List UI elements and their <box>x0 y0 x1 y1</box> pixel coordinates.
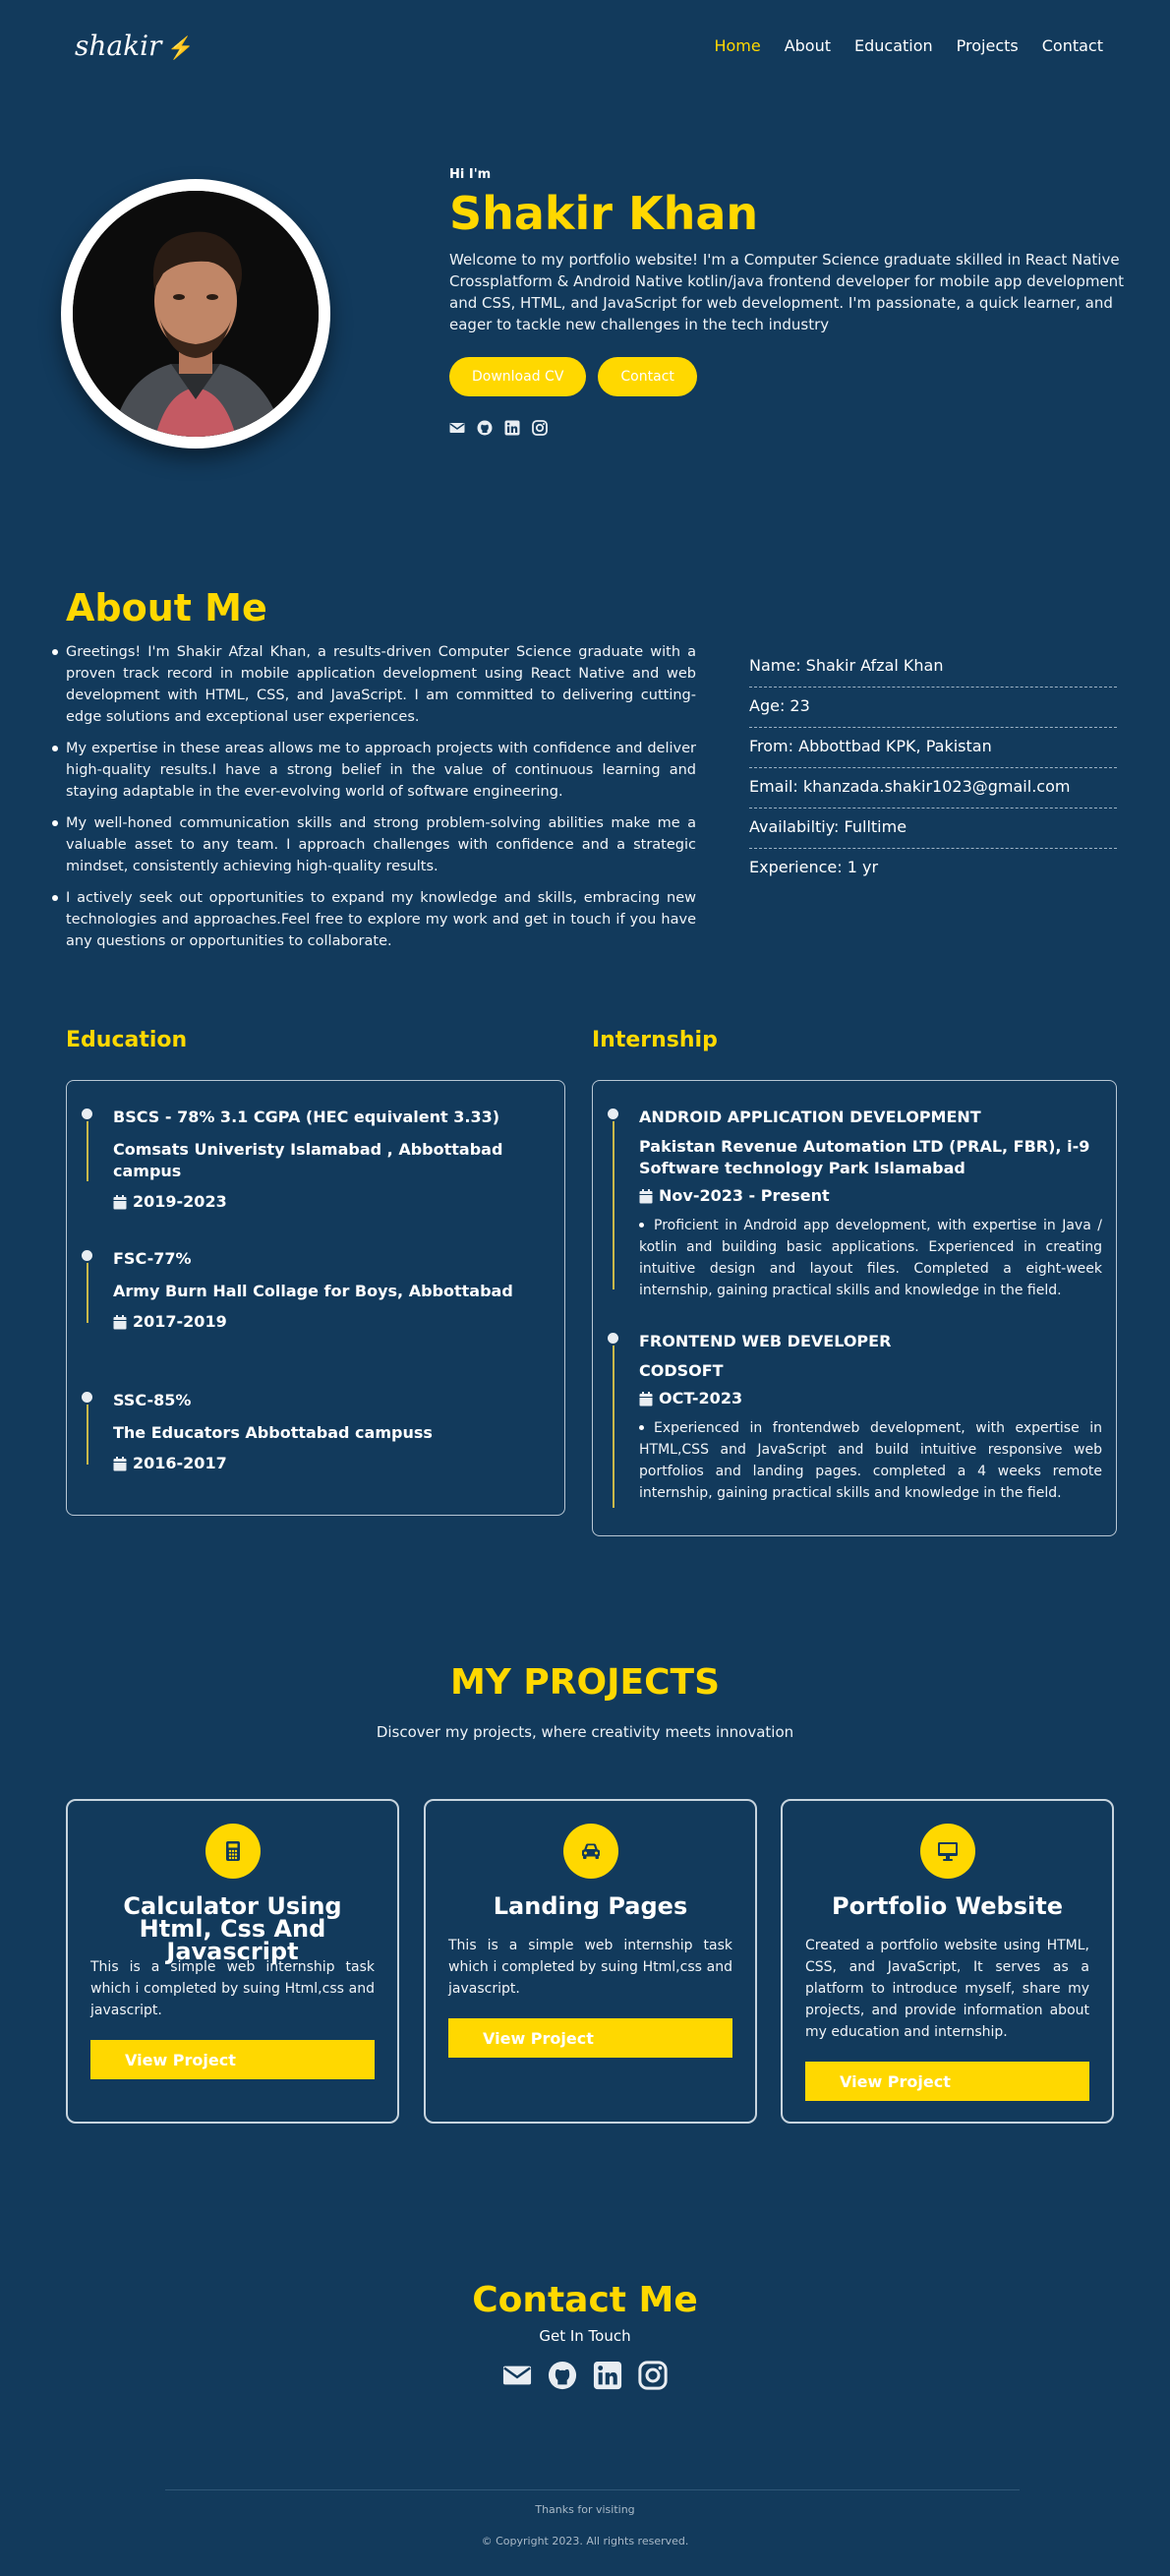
download-cv-button[interactable]: Download CV <box>449 357 587 397</box>
bolt-icon: ⚡ <box>167 36 195 61</box>
info-availability: Availabiltiy: Fulltime <box>749 809 1117 849</box>
education-degree: SSC-85% <box>113 1391 192 1409</box>
internship-description: Experienced in frontendweb development, … <box>639 1420 1102 1501</box>
hero-name: Shakir Khan <box>449 187 759 240</box>
hero-description: Welcome to my portfolio website! I'm a C… <box>449 251 1125 334</box>
internship-period: OCT-2023 <box>659 1389 743 1408</box>
calendar-icon <box>639 1188 653 1203</box>
education-card: BSCS - 78% 3.1 CGPA (HEC equivalent 3.33… <box>66 1080 565 1516</box>
view-project-button[interactable]: View Project <box>448 2018 732 2058</box>
about-paragraph: My well-honed communication skills and s… <box>52 812 696 877</box>
footer-thanks: Thanks for visiting <box>535 2503 635 2516</box>
about-paragraph: My expertise in these areas allows me to… <box>52 738 696 803</box>
envelope-icon[interactable] <box>449 420 465 440</box>
linkedin-icon[interactable] <box>504 420 520 440</box>
project-title: Landing Pages <box>493 1892 688 1920</box>
instagram-icon[interactable] <box>532 420 548 440</box>
hero-greeting: Hi I'm <box>449 167 492 182</box>
contact-title: Contact Me <box>472 2280 698 2320</box>
footer-divider <box>165 2489 1020 2490</box>
calendar-icon <box>113 1456 127 1470</box>
education-school: Army Burn Hall Collage for Boys, Abbotta… <box>113 1282 513 1300</box>
contact-social-links <box>0 2361 1170 2394</box>
project-description: Created a portfolio website using HTML, … <box>805 1938 1089 2040</box>
education-degree: FSC-77% <box>113 1249 192 1268</box>
nav-item-home[interactable]: Home <box>714 36 760 55</box>
education-years: 2019-2023 <box>133 1192 227 1211</box>
envelope-icon[interactable] <box>502 2361 532 2394</box>
projects-subtitle: Discover my projects, where creativity m… <box>376 1723 794 1741</box>
education-school: The Educators Abbottabad campuss <box>113 1423 433 1442</box>
internship-title: Internship <box>592 1028 718 1052</box>
internship-company: Pakistan Revenue Automation LTD (PRAL, F… <box>639 1137 1090 1177</box>
personal-info: Name: Shakir Afzal Khan Age: 23 From: Ab… <box>749 647 1117 889</box>
project-description: This is a simple web internship task whi… <box>90 1959 375 2018</box>
desktop-icon <box>919 1824 975 1879</box>
education-years: 2016-2017 <box>133 1454 227 1472</box>
education-title: Education <box>66 1028 188 1052</box>
profile-photo <box>73 191 319 437</box>
calendar-icon <box>639 1391 653 1406</box>
logo[interactable]: shakir ⚡ <box>75 30 195 62</box>
timeline-line <box>87 1256 88 1323</box>
timeline-dot <box>606 1331 620 1346</box>
contact-subtitle: Get In Touch <box>539 2327 631 2345</box>
internship-role: FRONTEND WEB DEVELOPER <box>639 1332 892 1350</box>
internship-company: CODSOFT <box>639 1361 724 1380</box>
nav-item-education[interactable]: Education <box>854 36 933 55</box>
calendar-icon <box>113 1194 127 1209</box>
hero-intro: Hi I'm Shakir Khan Welcome to my portfol… <box>449 167 1128 440</box>
info-from: From: Abbottbad KPK, Pakistan <box>749 728 1117 768</box>
internship-card: ANDROID APPLICATION DEVELOPMENT Pakistan… <box>592 1080 1117 1536</box>
instagram-icon[interactable] <box>638 2361 668 2394</box>
internship-period: Nov-2023 - Present <box>659 1186 830 1205</box>
education-degree: BSCS - 78% 3.1 CGPA (HEC equivalent 3.33… <box>113 1108 500 1126</box>
project-card: Portfolio Website Created a portfolio we… <box>781 1799 1114 2124</box>
timeline-line <box>87 1114 88 1181</box>
about-title: About Me <box>66 586 267 629</box>
education-years: 2017-2019 <box>133 1312 227 1331</box>
view-project-button[interactable]: View Project <box>805 2062 1089 2101</box>
github-icon[interactable] <box>548 2361 577 2394</box>
info-name: Name: Shakir Afzal Khan <box>749 647 1117 688</box>
info-email: Email: khanzada.shakir1023@gmail.com <box>749 768 1117 809</box>
info-age: Age: 23 <box>749 688 1117 728</box>
about-paragraph: I actively seek out opportunities to exp… <box>52 887 696 952</box>
project-title: Calculator Using Html, Css And Javascrip… <box>123 1892 342 1965</box>
info-experience: Experience: 1 yr <box>749 858 879 876</box>
nav-item-projects[interactable]: Projects <box>957 36 1019 55</box>
github-icon[interactable] <box>477 420 493 440</box>
internship-description: Proficient in Android app development, w… <box>639 1218 1102 1298</box>
profile-photo-frame <box>61 179 330 449</box>
about-paragraph: Greetings! I'm Shakir Afzal Khan, a resu… <box>52 641 696 728</box>
top-nav: shakir ⚡ Home About Education Projects Co… <box>0 0 1170 94</box>
project-title: Portfolio Website <box>832 1892 1063 1920</box>
projects-title: MY PROJECTS <box>449 1662 721 1703</box>
hero-social-links <box>449 420 1128 440</box>
timeline-line <box>613 1339 614 1508</box>
view-project-button[interactable]: View Project <box>90 2040 375 2079</box>
calendar-icon <box>113 1314 127 1329</box>
footer-copyright: © Copyright 2023. All rights reserved. <box>481 2535 689 2547</box>
contact-button[interactable]: Contact <box>598 357 697 397</box>
education-school: Comsats Univeristy Islamabad , Abbottaba… <box>113 1140 503 1180</box>
project-card: Landing Pages This is a simple web inter… <box>424 1799 757 2124</box>
timeline-line <box>87 1398 88 1465</box>
internship-role: ANDROID APPLICATION DEVELOPMENT <box>639 1108 981 1126</box>
about-paragraphs: Greetings! I'm Shakir Afzal Khan, a resu… <box>52 641 696 962</box>
linkedin-icon[interactable] <box>593 2361 622 2394</box>
timeline-dot <box>80 1248 94 1263</box>
nav-item-contact[interactable]: Contact <box>1042 36 1103 55</box>
project-description: This is a simple web internship task whi… <box>448 1938 732 1997</box>
timeline-dot <box>606 1107 620 1121</box>
calculator-icon <box>205 1824 261 1879</box>
project-card: Calculator Using Html, Css And Javascrip… <box>66 1799 399 2124</box>
timeline-dot <box>80 1390 94 1405</box>
timeline-dot <box>80 1107 94 1121</box>
nav-item-about[interactable]: About <box>785 36 831 55</box>
car-icon <box>562 1824 618 1879</box>
nav-menu: Home About Education Projects Contact <box>714 36 1103 55</box>
timeline-line <box>613 1114 614 1289</box>
